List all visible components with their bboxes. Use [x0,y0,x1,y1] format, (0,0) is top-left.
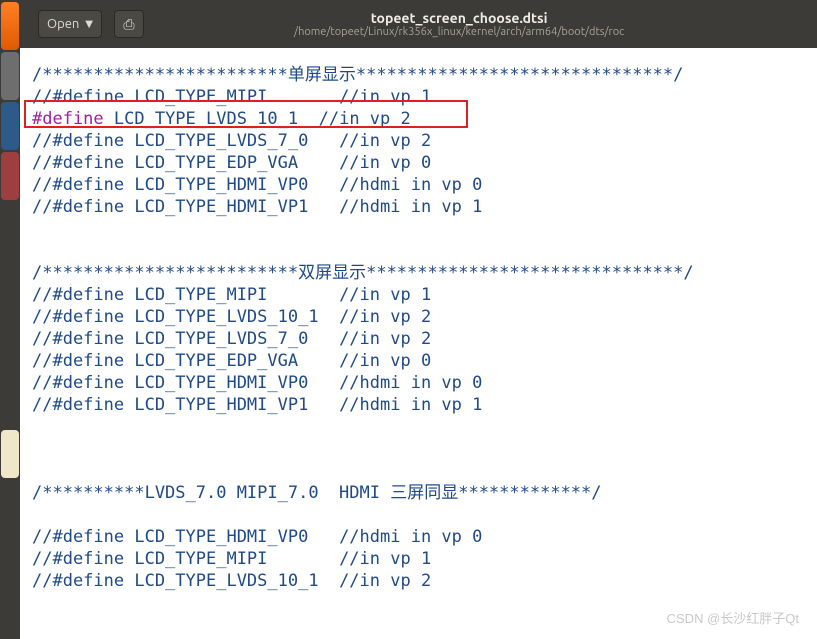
launcher-item[interactable] [1,52,19,100]
code-line [32,504,809,526]
launcher-item[interactable] [1,102,19,150]
code-line: //#define LCD_TYPE_MIPI //in vp 1 [32,548,809,570]
launcher-item[interactable] [1,152,19,200]
code-line: //#define LCD_TYPE_HDMI_VP0 //hdmi in vp… [32,372,809,394]
code-line: //#define LCD_TYPE_LVDS_10_1 //in vp 2 [32,306,809,328]
launcher-item[interactable] [1,430,19,478]
code-line: //#define LCD_TYPE_MIPI //in vp 1 [32,284,809,306]
code-line: //#define LCD_TYPE_EDP_VGA //in vp 0 [32,350,809,372]
code-line [32,416,809,438]
code-line: //#define LCD_TYPE_LVDS_10_1 //in vp 2 [32,570,809,592]
code-line [32,240,809,262]
code-line: //#define LCD_TYPE_HDMI_VP1 //hdmi in vp… [32,394,809,416]
file-path: /home/topeet/Linux/rk356x_linux/kernel/a… [294,26,624,38]
code-line: /**********LVDS_7.0 MIPI_7.0 HDMI 三屏同显**… [32,482,809,504]
code-line: //#define LCD_TYPE_EDP_VGA //in vp 0 [32,152,809,174]
code-line [32,460,809,482]
launcher-item[interactable] [1,2,19,50]
code-line: /*************************双屏显示**********… [32,262,809,284]
code-line: #define LCD_TYPE_LVDS_10_1 //in vp 2 [32,108,809,130]
code-line: //#define LCD_TYPE_HDMI_VP0 //hdmi in vp… [32,526,809,548]
editor-area[interactable]: /************************单屏显示***********… [20,48,817,639]
code-line [32,218,809,240]
chevron-down-icon: ▼ [85,18,93,30]
code-line: //#define LCD_TYPE_HDMI_VP1 //hdmi in vp… [32,196,809,218]
title-block: topeet_screen_choose.dtsi /home/topeet/L… [294,10,624,38]
open-label: Open [47,17,79,31]
new-tab-button[interactable]: ⎙ [114,10,144,38]
watermark: CSDN @长沙红胖子Qt [667,608,799,627]
code-line: //#define LCD_TYPE_LVDS_7_0 //in vp 2 [32,130,809,152]
file-title: topeet_screen_choose.dtsi [294,10,624,26]
code-line: /************************单屏显示***********… [32,64,809,86]
code-line [32,438,809,460]
titlebar: Open ▼ ⎙ topeet_screen_choose.dtsi /home… [20,0,817,48]
unity-launcher [0,0,20,639]
open-button[interactable]: Open ▼ [38,10,102,38]
new-tab-icon: ⎙ [123,16,134,33]
code-line: //#define LCD_TYPE_MIPI //in vp 1 [32,86,809,108]
code-line: //#define LCD_TYPE_LVDS_7_0 //in vp 2 [32,328,809,350]
code-line: //#define LCD_TYPE_HDMI_VP0 //hdmi in vp… [32,174,809,196]
